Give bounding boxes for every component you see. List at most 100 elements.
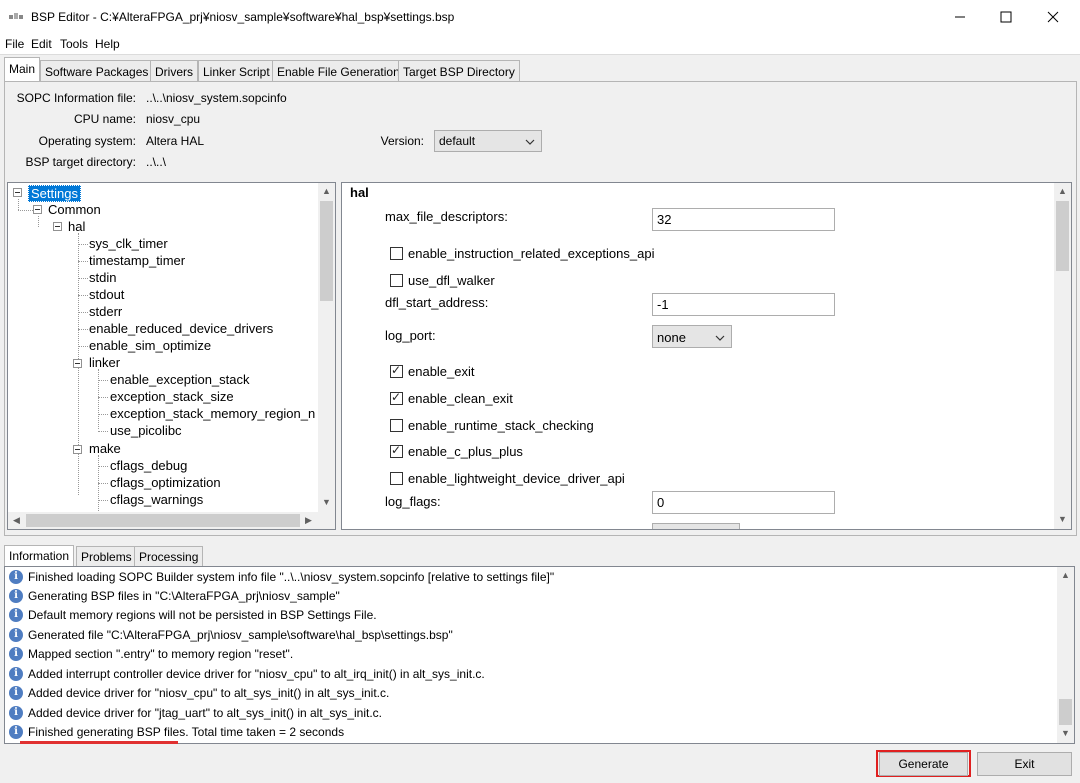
exit-button[interactable]: Exit [977,752,1072,776]
scroll-up-icon[interactable]: ▲ [1054,183,1071,200]
tab-target-bsp-directory[interactable]: Target BSP Directory [398,60,520,82]
tree-item[interactable]: enable_reduced_device_drivers [89,321,273,336]
tree-line [78,346,88,347]
tab-linker-script[interactable]: Linker Script [198,60,275,82]
close-button[interactable] [1030,0,1076,34]
tree-line [78,278,88,279]
tree-item[interactable]: cflags_optimization [110,475,221,490]
scroll-thumb[interactable] [26,514,300,527]
scrollbar-corner [318,512,335,529]
tree-node-hal[interactable]: hal [68,219,85,234]
chevron-down-icon [715,335,725,341]
log-text: Added device driver for "niosv_cpu" to a… [28,686,390,700]
tree-item[interactable]: exception_stack_size [110,389,234,404]
enable-instruction-related-exceptions-api-checkbox[interactable] [390,247,403,260]
maximize-button[interactable] [983,0,1029,34]
menu-file[interactable]: File [5,37,24,51]
log-text: Finished generating BSP files. Total tim… [28,725,345,739]
partial-select [652,523,740,529]
tree-node-make[interactable]: make [89,441,121,456]
minimize-button[interactable] [937,0,983,34]
scroll-thumb[interactable] [1059,699,1072,725]
collapse-icon[interactable] [13,188,22,197]
scroll-thumb[interactable] [1056,201,1069,271]
scroll-down-icon[interactable]: ▼ [1054,511,1071,528]
tree-node-common[interactable]: Common [48,202,101,217]
app-icon [9,11,23,21]
tree-item[interactable]: sys_clk_timer [89,236,168,251]
log-text: Generated file "C:\AlteraFPGA_prj\niosv_… [28,628,453,642]
tab-problems[interactable]: Problems [76,546,137,566]
max-file-descriptors-label: max_file_descriptors: [385,209,508,224]
log-vertical-scrollbar[interactable]: ▲ ▼ [1057,567,1074,743]
info-icon: i [9,570,23,584]
tab-main[interactable]: Main [4,57,41,82]
enable-runtime-stack-checking-checkbox[interactable] [390,419,403,432]
collapse-icon[interactable] [73,359,82,368]
scroll-up-icon[interactable]: ▲ [318,183,335,200]
scroll-down-icon[interactable]: ▼ [1057,725,1074,742]
dfl-start-address-label: dfl_start_address: [385,295,489,310]
log-text: Finished loading SOPC Builder system inf… [28,570,555,584]
enable-exit-label: enable_exit [408,364,475,379]
log-port-label: log_port: [385,328,436,343]
enable-c-plus-plus-checkbox[interactable] [390,443,403,458]
tree-item[interactable]: use_picolibc [110,423,182,438]
tree-item[interactable]: exception_stack_memory_region_n [110,406,315,421]
collapse-icon[interactable] [53,222,62,231]
tab-drivers[interactable]: Drivers [150,60,198,82]
tree-line [38,216,39,227]
tab-enable-file-generation[interactable]: Enable File Generation [272,60,405,82]
info-icon: i [9,706,23,720]
tab-processing[interactable]: Processing [134,546,204,566]
tree-horizontal-scrollbar[interactable]: ◀ ▶ [8,512,318,529]
scroll-right-icon[interactable]: ▶ [300,512,317,529]
log-flags-input[interactable]: 0 [652,491,835,514]
log-text: Default memory regions will not be persi… [28,608,377,622]
dfl-start-address-input[interactable]: -1 [652,293,835,316]
settings-vertical-scrollbar[interactable]: ▲ ▼ [1054,183,1071,529]
log-port-select[interactable]: none [652,325,732,348]
log-text: Added interrupt controller device driver… [28,667,485,681]
menu-help[interactable]: Help [95,37,120,51]
tree-line [98,369,99,429]
tree-item[interactable]: stdout [89,287,124,302]
info-icon: i [9,647,23,661]
tree-item[interactable]: timestamp_timer [89,253,185,268]
tree-item[interactable]: enable_sim_optimize [89,338,211,353]
max-file-descriptors-input[interactable]: 32 [652,208,835,231]
scroll-thumb[interactable] [320,201,333,301]
menu-bar: File Edit Tools Help [0,34,1080,54]
tab-information[interactable]: Information [4,545,75,567]
enable-clean-exit-checkbox[interactable] [390,390,403,405]
scroll-left-icon[interactable]: ◀ [8,512,25,529]
enable-exit-checkbox[interactable] [390,363,403,378]
tree-item[interactable]: stderr [89,304,122,319]
sopc-info-value: ..\..\niosv_system.sopcinfo [146,91,287,105]
menu-tools[interactable]: Tools [60,37,88,51]
tree-vertical-scrollbar[interactable]: ▲ ▼ [318,183,335,512]
use-dfl-walker-checkbox[interactable] [390,274,403,287]
collapse-icon[interactable] [73,445,82,454]
window-title: BSP Editor - C:¥AlteraFPGA_prj¥niosv_sam… [31,10,455,24]
log-text: Generating BSP files in "C:\AlteraFPGA_p… [28,589,340,603]
tree-node-linker[interactable]: linker [89,355,120,370]
tree-root-settings[interactable]: Settings [28,185,81,202]
version-select[interactable]: default [434,130,542,152]
menu-edit[interactable]: Edit [31,37,52,51]
tree-item[interactable]: enable_exception_stack [110,372,250,387]
tree-line [98,431,108,432]
scroll-up-icon[interactable]: ▲ [1057,567,1074,584]
menu-divider [0,54,1080,55]
highlight-underline [20,741,178,744]
enable-lightweight-device-driver-api-checkbox[interactable] [390,472,403,485]
generate-button[interactable]: Generate [879,752,968,776]
tree-item[interactable]: cflags_warnings [110,492,203,507]
tab-software-packages[interactable]: Software Packages [40,60,154,82]
tree-item[interactable]: stdin [89,270,116,285]
scroll-down-icon[interactable]: ▼ [318,494,335,511]
tree-line [18,210,33,211]
collapse-icon[interactable] [33,205,42,214]
tree-item[interactable]: cflags_debug [110,458,187,473]
info-icon: i [9,608,23,622]
